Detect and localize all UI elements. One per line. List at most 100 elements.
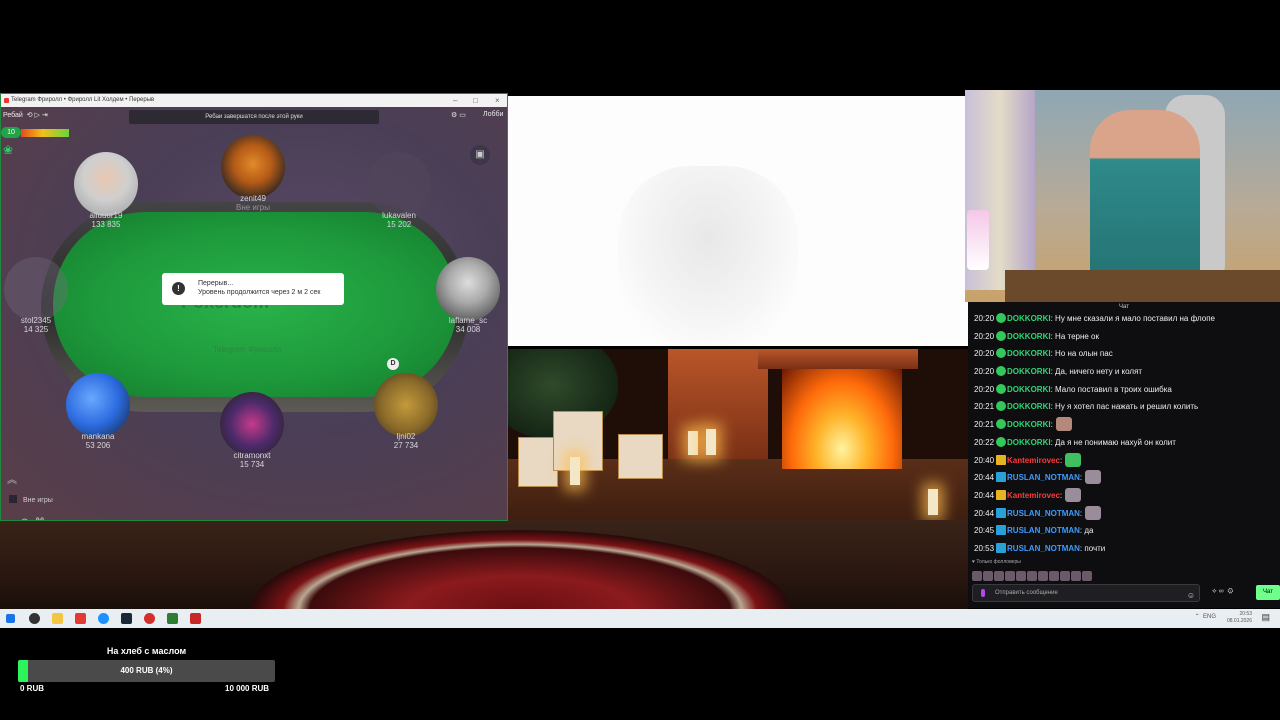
message-username[interactable]: Kantemirovec [1007, 456, 1060, 465]
taskbar-clock[interactable]: 20:53 08.01.2026 [1227, 611, 1252, 625]
channel-points-icon[interactable]: ⟡ [1212, 588, 1217, 595]
check-badge-icon [996, 313, 1007, 323]
checkbox-icon[interactable] [9, 495, 17, 503]
message-username[interactable]: RUSLAN_NOTMAN [1007, 544, 1080, 553]
message-username[interactable]: DOKKORKI [1007, 349, 1051, 358]
message-username[interactable]: DOKKORKI [1007, 438, 1051, 447]
emote-icon[interactable] [1016, 571, 1026, 581]
seat-player[interactable]: ljni02 27 734 [371, 373, 441, 450]
player-stack: 14 325 [23, 325, 49, 334]
chat-message-list[interactable]: 20:20 DOKKORKI: Ну мне сказали я мало пос… [974, 310, 1278, 558]
poker-titlebar[interactable]: Telegram Фриролл • Фриролл Lit Холдем • … [1, 94, 507, 107]
seat-player[interactable]: citramonxt 15 734 [217, 392, 287, 469]
chips-icon[interactable]: ❀ [3, 143, 17, 157]
system-tray[interactable]: ⌃ ENG [1195, 613, 1216, 620]
donation-goal-title: На хлеб с маслом [106, 646, 187, 656]
steam-icon[interactable] [121, 613, 132, 624]
message-text: : Ну мне сказали я мало поставил на флоп… [1050, 314, 1215, 323]
message-username[interactable]: RUSLAN_NOTMAN [1007, 509, 1080, 518]
clock-date: 08.01.2026 [1226, 618, 1252, 624]
rebuy-button[interactable]: Ребай ⟲ ▷ ⇥ [3, 111, 48, 119]
chat-message: 20:21 DOKKORKI: [974, 416, 1278, 434]
gift-icon[interactable]: ▣ [470, 145, 490, 165]
seat-player[interactable]: laflame_sc 34 008 [433, 257, 503, 334]
emote-icon[interactable] [994, 571, 1004, 581]
poker-window[interactable]: Telegram Фриролл • Фриролл Lit Холдем • … [0, 93, 508, 521]
chat-input[interactable]: Отправить сообщение ☺ [972, 584, 1200, 602]
sit-out-label: Вне игры [23, 497, 53, 504]
minimize-icon[interactable]: – [453, 94, 457, 107]
candle [706, 429, 716, 455]
webcam-feed [965, 90, 1280, 302]
maximize-icon[interactable]: □ [473, 94, 478, 107]
player-avatar [220, 392, 284, 456]
message-username[interactable]: RUSLAN_NOTMAN [1007, 526, 1080, 535]
donation-goal-bar: 400 RUB (4%) [18, 660, 275, 682]
seat-player[interactable]: stol2345 14 325 [1, 257, 71, 334]
chevron-up-icon[interactable]: ︽ [7, 471, 17, 486]
emoji-icon[interactable]: ☺ [1187, 588, 1195, 604]
emote-icon[interactable] [1027, 571, 1037, 581]
mic-icon[interactable] [981, 589, 985, 597]
gift-box [618, 434, 663, 479]
player-avatar [4, 257, 68, 321]
seat-player[interactable]: lukavalen 15 202 [364, 152, 434, 229]
lobby-button[interactable]: Лобби [483, 111, 503, 118]
stream-background [0, 520, 968, 610]
emote-icon[interactable] [1082, 571, 1092, 581]
message-username[interactable]: DOKKORKI [1007, 385, 1051, 394]
seat-player[interactable]: mankana 53 206 [63, 373, 133, 450]
chat-tools[interactable]: ⟡ ∞ ⚙ [1212, 588, 1233, 596]
file-explorer-icon[interactable] [52, 613, 63, 624]
check-badge-icon [996, 419, 1007, 430]
app-icon[interactable] [190, 613, 201, 624]
sit-out-checkbox[interactable]: Вне игры [9, 495, 53, 504]
close-icon[interactable]: × [495, 94, 500, 107]
app-icon [4, 98, 9, 103]
gear-icon[interactable]: ⚙ [1227, 588, 1233, 595]
seat-player[interactable]: aiiuuur19 133 835 [71, 152, 141, 229]
gamepad-icon[interactable]: ⌘ [35, 517, 51, 520]
notification-icon[interactable]: ▤ [1261, 612, 1270, 623]
search-icon[interactable] [29, 613, 40, 624]
chevron-up-icon[interactable]: ⌃ [1195, 614, 1200, 620]
emote-icon[interactable] [1071, 571, 1081, 581]
chat-send-button[interactable]: Чат [1256, 585, 1280, 600]
obs-icon[interactable] [144, 613, 155, 624]
message-username[interactable]: DOKKORKI [1007, 402, 1051, 411]
message-username[interactable]: Kantemirovec [1007, 491, 1060, 500]
emote-icon[interactable] [1038, 571, 1048, 581]
chat-message: 20:44 RUSLAN_NOTMAN: [974, 505, 1278, 523]
chat-bubble-icon[interactable]: ▭ [5, 517, 20, 520]
chat-message: 20:20 DOKKORKI: Ну мне сказали я мало пос… [974, 310, 1278, 328]
yandex-browser-icon[interactable] [75, 613, 86, 624]
player-stack: 53 206 [85, 441, 111, 450]
language-indicator[interactable]: ENG [1203, 614, 1216, 620]
start-icon[interactable] [6, 614, 15, 623]
message-time: 20:21 [974, 420, 995, 430]
emote-icon[interactable] [983, 571, 993, 581]
poker-bottom-toolbar[interactable]: ▭⊕⌘ [5, 517, 51, 520]
channel-points[interactable]: ∞ [1219, 588, 1224, 595]
edge-icon[interactable] [98, 613, 109, 624]
refresh-icon[interactable]: ⟲ ▷ ⇥ [25, 112, 48, 119]
seat-player[interactable]: zenit49 Вне игры [218, 135, 288, 212]
target-icon[interactable]: ⊕ [20, 517, 34, 520]
break-subtitle: Уровень продолжится через 2 м 2 сек [198, 289, 321, 296]
gift-box [518, 437, 558, 487]
emote-icon[interactable] [1049, 571, 1059, 581]
emote-icon[interactable] [1060, 571, 1070, 581]
message-username[interactable]: RUSLAN_NOTMAN [1007, 473, 1080, 482]
player-avatar [436, 257, 500, 321]
emote-icon[interactable] [1005, 571, 1015, 581]
message-username[interactable]: DOKKORKI [1007, 420, 1051, 429]
message-time: 20:20 [974, 331, 995, 341]
message-username[interactable]: DOKKORKI [1007, 332, 1051, 341]
message-time: 20:22 [974, 437, 995, 447]
emote-icon[interactable] [972, 571, 982, 581]
message-username[interactable]: DOKKORKI [1007, 367, 1051, 376]
message-username[interactable]: DOKKORKI [1007, 314, 1051, 323]
emote-bar[interactable] [972, 568, 1093, 581]
settings-icon[interactable]: ⚙ ▭ [451, 111, 466, 119]
pokerdom-icon[interactable] [167, 613, 178, 624]
